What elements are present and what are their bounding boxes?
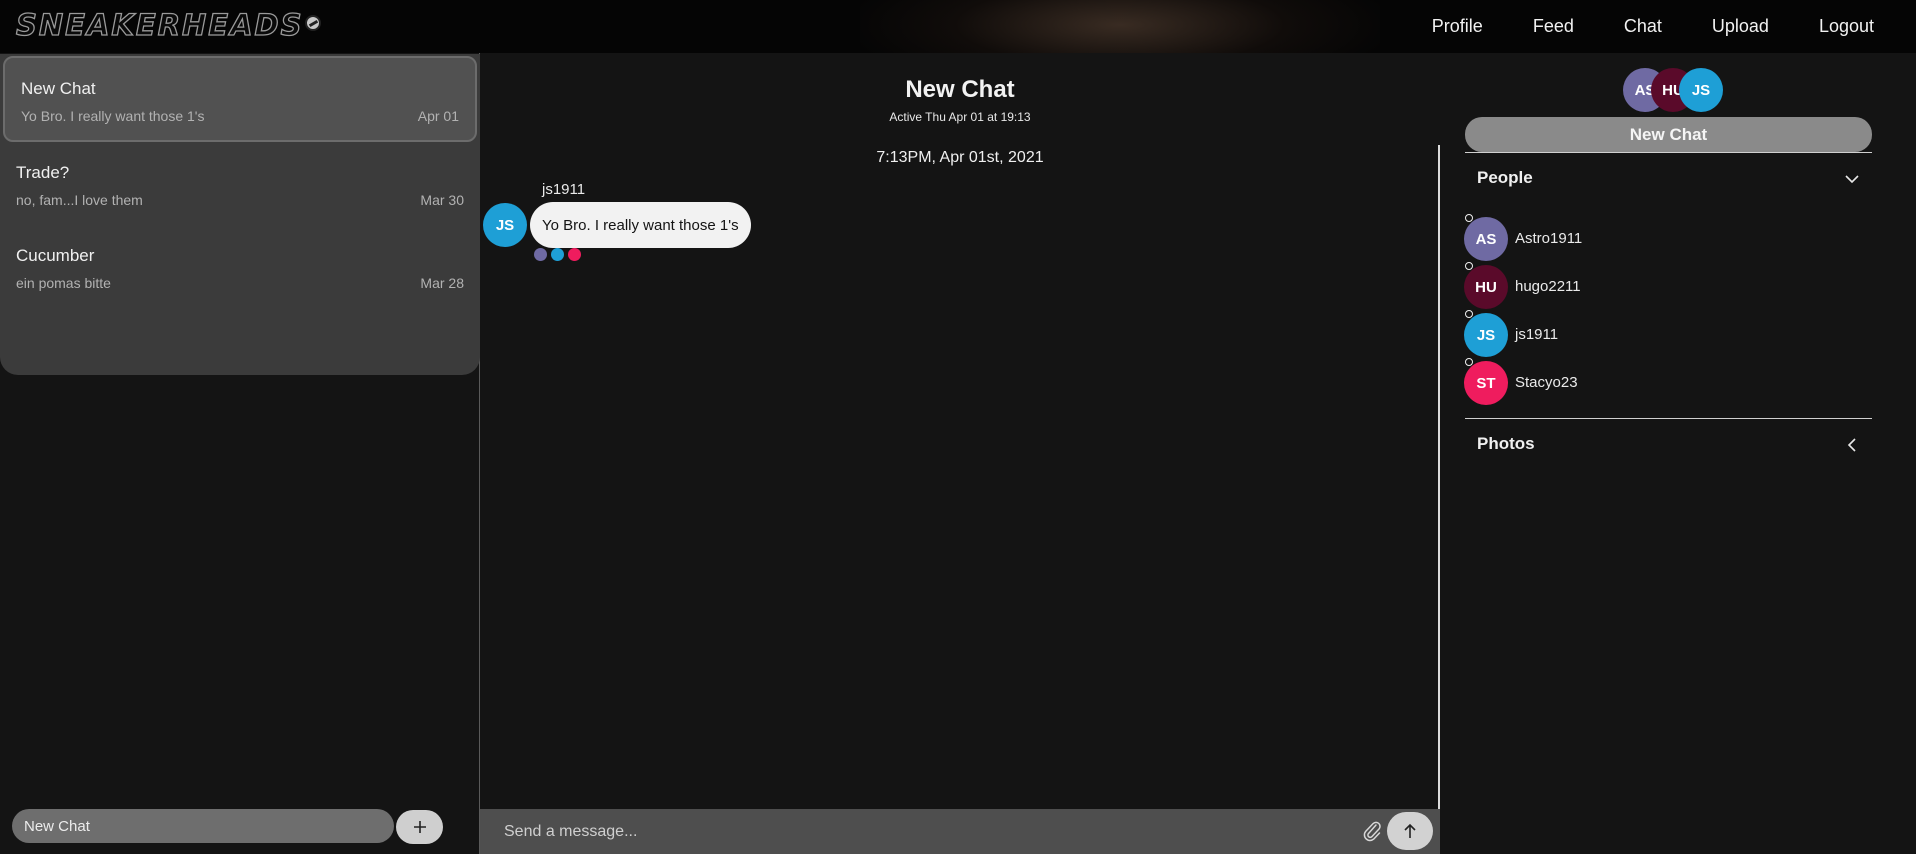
read-receipt-dot (551, 248, 564, 261)
status-indicator (1465, 262, 1473, 270)
person-item[interactable]: ST Stacyo23 (1464, 358, 1764, 405)
participants-avatar-stack: AS HU JS (1623, 68, 1743, 112)
message-composer (480, 809, 1440, 854)
add-chat-button[interactable] (396, 810, 443, 844)
send-button[interactable] (1387, 812, 1433, 850)
chat-details-panel: AS HU JS New Chat People AS Astro1911 HU… (1440, 53, 1916, 854)
nav-link-profile[interactable]: Profile (1432, 16, 1483, 37)
read-receipt-dot (534, 248, 547, 261)
arrow-up-icon (1404, 823, 1416, 838)
status-indicator (1465, 358, 1473, 366)
conversation-panel: New Chat Active Thu Apr 01 at 19:13 7:13… (480, 53, 1440, 854)
header-background-image (860, 0, 1380, 53)
conversation-status: Active Thu Apr 01 at 19:13 (889, 110, 1031, 124)
message-input[interactable] (480, 809, 1360, 854)
nav-link-upload[interactable]: Upload (1712, 16, 1769, 37)
chevron-down-icon[interactable] (1843, 170, 1861, 188)
person-item[interactable]: HU hugo2211 (1464, 262, 1764, 309)
chevron-left-icon[interactable] (1843, 436, 1861, 454)
new-chat-button[interactable]: New Chat (1465, 117, 1872, 152)
chat-item-title: Cucumber (16, 246, 95, 265)
message-bubble: Yo Bro. I really want those 1's (530, 202, 751, 248)
divider (1465, 152, 1872, 153)
avatar: HU (1464, 265, 1508, 309)
read-receipt-dot (568, 248, 581, 261)
photos-section-title[interactable]: Photos (1477, 434, 1535, 454)
nav-link-logout[interactable]: Logout (1819, 16, 1874, 37)
person-item[interactable]: JS js1911 (1464, 310, 1764, 357)
chat-item-cucumber[interactable]: Cucumber ein pomas bitte Mar 28 (0, 225, 480, 313)
avatar: ST (1464, 361, 1508, 405)
chat-item-date: Mar 28 (420, 275, 464, 291)
person-name: hugo2211 (1515, 278, 1581, 295)
avatar[interactable]: JS (1679, 68, 1723, 112)
chat-item-title: New Chat (21, 79, 96, 98)
plus-icon (413, 821, 426, 833)
person-name: Stacyo23 (1515, 374, 1578, 391)
message-sender: js1911 (542, 181, 586, 198)
chat-item-preview: ein pomas bitte (16, 275, 111, 291)
chat-list: New Chat Yo Bro. I really want those 1's… (0, 54, 480, 375)
chat-item-trade[interactable]: Trade? no, fam...I love them Mar 30 (0, 142, 480, 230)
nav-links: Profile Feed Chat Upload Logout (1382, 0, 1874, 53)
avatar: AS (1464, 217, 1508, 261)
chat-list-panel: New Chat Yo Bro. I really want those 1's… (0, 53, 480, 854)
person-name: js1911 (1515, 326, 1559, 343)
avatar: JS (1464, 313, 1508, 357)
person-name: Astro1911 (1515, 230, 1583, 247)
conversation-title: New Chat (905, 76, 1015, 103)
read-receipts (534, 248, 581, 261)
chat-item-date: Mar 30 (420, 192, 464, 208)
chat-item-preview: no, fam...I love them (16, 192, 143, 208)
avatar[interactable]: JS (483, 203, 527, 247)
status-indicator (1465, 214, 1473, 222)
chat-item-preview: Yo Bro. I really want those 1's (21, 108, 205, 124)
nav-link-chat[interactable]: Chat (1624, 16, 1662, 37)
new-chat-name-input[interactable] (12, 809, 394, 843)
top-nav: SNEAKERHEADS Profile Feed Chat Upload Lo… (0, 0, 1916, 53)
divider (1465, 418, 1872, 419)
chat-item-new-chat[interactable]: New Chat Yo Bro. I really want those 1's… (3, 56, 477, 142)
basketball-icon (304, 15, 321, 31)
person-item[interactable]: AS Astro1911 (1464, 214, 1764, 261)
people-section-title[interactable]: People (1477, 168, 1533, 188)
date-divider: 7:13PM, Apr 01st, 2021 (876, 149, 1044, 166)
chat-item-title: Trade? (16, 163, 70, 182)
logo[interactable]: SNEAKERHEADS (15, 7, 321, 43)
paperclip-icon[interactable] (1361, 819, 1383, 843)
chat-item-date: Apr 01 (417, 108, 459, 124)
nav-link-feed[interactable]: Feed (1533, 16, 1574, 37)
logo-text: SNEAKERHEADS (15, 7, 304, 42)
status-indicator (1465, 310, 1473, 318)
